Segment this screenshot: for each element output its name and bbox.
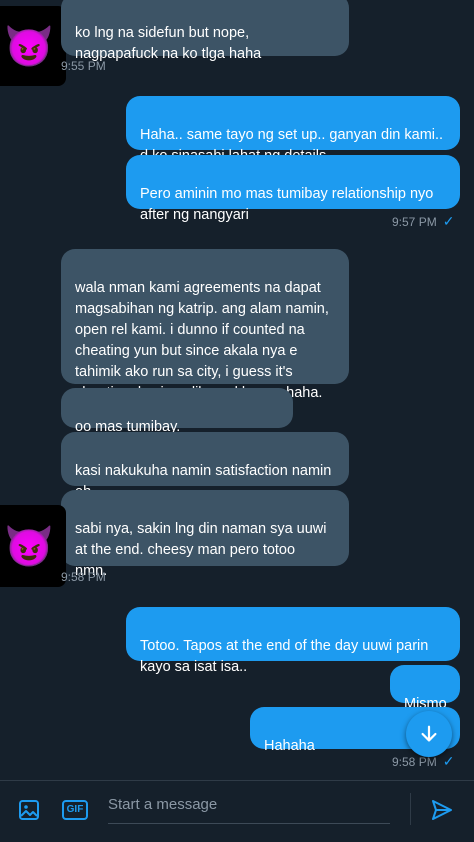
check-icon: ✓ <box>442 213 455 229</box>
message-bubble-outgoing[interactable]: Pero aminin mo mas tumibay relationship … <box>126 155 460 223</box>
send-button[interactable] <box>426 794 458 826</box>
message-text: Totoo. Tapos at the end of the day uuwi … <box>140 638 429 675</box>
message-composer: GIF Start a message <box>0 780 474 842</box>
timestamp: 9:57 PM <box>392 215 437 229</box>
message-bubble-outgoing[interactable]: Haha.. same tayo ng set up.. ganyan din … <box>126 96 460 164</box>
image-icon <box>19 800 39 820</box>
timestamp: 9:58 PM <box>392 755 437 769</box>
gif-button[interactable]: GIF <box>60 796 90 824</box>
message-text: wala nman kami agreements na dapat magsa… <box>75 280 329 401</box>
message-bubble-incoming[interactable]: kasi nakukuha namin satisfaction namin e… <box>61 432 349 500</box>
message-text: Pero aminin mo mas tumibay relationship … <box>140 186 434 223</box>
message-bubble-incoming[interactable]: wala nman kami agreements na dapat magsa… <box>61 249 349 401</box>
add-image-button[interactable] <box>14 795 44 825</box>
gif-label: GIF <box>66 804 84 815</box>
message-input[interactable]: Start a message <box>108 793 390 824</box>
message-text: Hahaha <box>264 738 315 754</box>
avatar-emoji: 😈 <box>4 524 54 569</box>
avatar-emoji: 😈 <box>4 24 54 69</box>
message-input-placeholder: Start a message <box>108 796 218 813</box>
check-icon: ✓ <box>442 753 455 769</box>
timestamp: 9:58 PM <box>61 570 106 584</box>
message-bubble-incoming[interactable]: ko lng na sidefun but nope, nagpapafuck … <box>61 0 349 62</box>
avatar[interactable]: 😈 <box>0 505 66 587</box>
divider <box>410 793 411 825</box>
scroll-to-bottom-button[interactable] <box>406 711 452 757</box>
avatar[interactable]: 😈 <box>0 6 66 86</box>
timestamp: 9:55 PM <box>61 59 106 73</box>
message-text: ko lng na sidefun but nope, nagpapafuck … <box>75 25 262 62</box>
timestamp-row: 9:57 PM ✓ <box>392 213 454 230</box>
message-bubble-incoming[interactable]: oo mas tumibay. <box>61 388 293 435</box>
message-bubble-outgoing[interactable]: Totoo. Tapos at the end of the day uuwi … <box>126 607 460 675</box>
message-bubble-incoming[interactable]: sabi nya, sakin lng din naman sya uuwi a… <box>61 490 349 579</box>
gif-icon: GIF <box>61 800 89 820</box>
message-bubble-outgoing[interactable]: Mismo <box>390 665 460 712</box>
message-text: sabi nya, sakin lng din naman sya uuwi a… <box>75 521 327 579</box>
send-icon <box>432 800 452 820</box>
arrow-down-icon <box>421 725 437 742</box>
